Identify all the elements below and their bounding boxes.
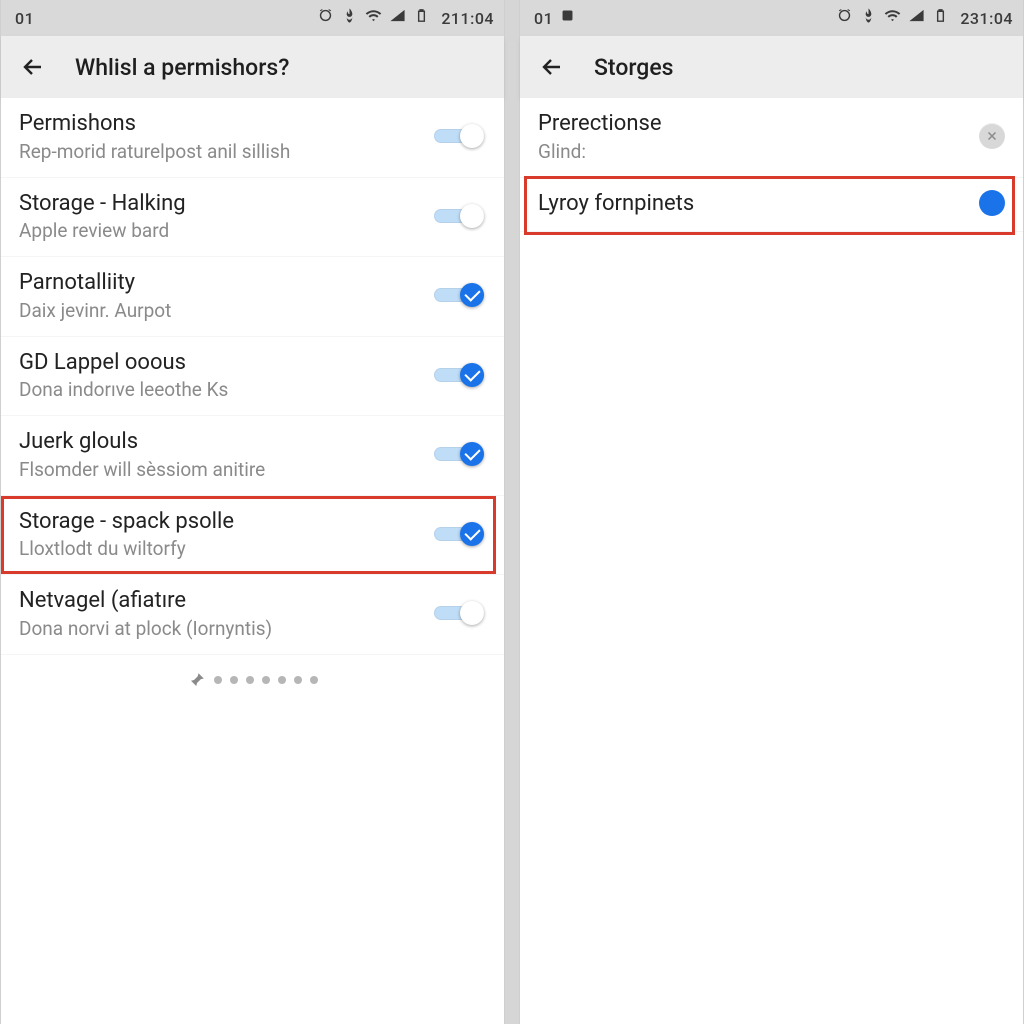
- status-clock-left: 01: [11, 9, 34, 28]
- row-subtitle: Dona indorıve leeothe Ks: [19, 378, 432, 401]
- wifi-icon: [884, 7, 901, 29]
- dot: [262, 676, 270, 684]
- arrow-left-icon: [540, 55, 564, 79]
- app-bar-right: Storges: [520, 36, 1023, 98]
- row-title: Storage - spack psolle: [19, 508, 432, 536]
- row-title: GD Lappel ooous: [19, 349, 432, 377]
- status-bar-left: 01 211:04: [1, 0, 504, 36]
- toggle-switch[interactable]: [432, 442, 486, 466]
- close-icon: [985, 129, 999, 143]
- settings-row[interactable]: ParnotalliityDaix jevinr. Aurpot: [1, 257, 504, 337]
- settings-row[interactable]: GD Lappel ooousDona indorıve leeothe Ks: [1, 337, 504, 417]
- dot: [246, 676, 254, 684]
- back-button[interactable]: [538, 53, 566, 81]
- app-bar-left: Whlisl a permishors?: [1, 36, 504, 98]
- battery-icon: [413, 7, 430, 29]
- row-subtitle: Rep-morid raturelpost anil sillish: [19, 140, 432, 163]
- radio-selected[interactable]: [979, 190, 1005, 216]
- back-button[interactable]: [19, 53, 47, 81]
- row-title: Netvagel (afiatıre: [19, 587, 432, 615]
- settings-row[interactable]: PermishonsRep-morid raturelpost anil sil…: [1, 98, 504, 178]
- alarm-icon: [317, 7, 334, 29]
- toggle-switch[interactable]: [432, 283, 486, 307]
- row-subtitle: Daix jevinr. Aurpot: [19, 299, 432, 322]
- row-title: Storage - Halking: [19, 190, 432, 218]
- status-time-left: 211:04: [437, 9, 494, 28]
- dot: [310, 676, 318, 684]
- app-icon: [559, 7, 576, 29]
- settings-list-left: PermishonsRep-morid raturelpost anil sil…: [1, 98, 504, 1024]
- row-subtitle: Glind:: [538, 140, 979, 163]
- dot: [294, 676, 302, 684]
- dot: [214, 676, 222, 684]
- settings-row[interactable]: Netvagel (afiatıreDona norvi at plock (I…: [1, 575, 504, 655]
- dot: [278, 676, 286, 684]
- page-title-left: Whlisl a permishors?: [75, 54, 289, 81]
- battery-icon: [932, 7, 949, 29]
- toggle-switch[interactable]: [432, 601, 486, 625]
- close-button[interactable]: [979, 123, 1005, 149]
- dot: [230, 676, 238, 684]
- row-subtitle: Lloxtlodt du wiltorfy: [19, 537, 432, 560]
- alarm-icon: [836, 7, 853, 29]
- flame-icon: [860, 7, 877, 29]
- settings-row[interactable]: Storage - HalkingApple review bard: [1, 178, 504, 258]
- row-title: Parnotalliity: [19, 269, 432, 297]
- wifi-icon: [365, 7, 382, 29]
- row-title: Prerectionse: [538, 110, 979, 138]
- toggle-switch[interactable]: [432, 363, 486, 387]
- status-time-right: 231:04: [956, 9, 1013, 28]
- toggle-switch[interactable]: [432, 204, 486, 228]
- cell-icon: [908, 7, 925, 29]
- toggle-switch[interactable]: [432, 124, 486, 148]
- settings-list-right: PrerectionseGlind: Lyroy fornpinets: [520, 98, 1023, 1024]
- row-subtitle: Apple review bard: [19, 219, 432, 242]
- settings-row[interactable]: PrerectionseGlind:: [520, 98, 1023, 178]
- row-subtitle: Dona norvi at plock (Iornyntis): [19, 617, 432, 640]
- row-title: Lyroy fornpinets: [538, 190, 979, 218]
- arrow-left-icon: [21, 55, 45, 79]
- cell-icon: [389, 7, 406, 29]
- settings-row[interactable]: Lyroy fornpinets: [520, 178, 1023, 233]
- page-title-right: Storges: [594, 54, 673, 81]
- row-subtitle: Flsomder will sèssiom anitire: [19, 458, 432, 481]
- toggle-switch[interactable]: [432, 522, 486, 546]
- pin-icon: [188, 671, 206, 689]
- status-clock-right: 01: [530, 9, 553, 28]
- row-title: Juerk glouls: [19, 428, 432, 456]
- settings-row[interactable]: Storage - spack psolleLloxtlodt du wilto…: [1, 496, 504, 576]
- row-title: Permishons: [19, 110, 432, 138]
- status-bar-right: 01 231:04: [520, 0, 1023, 36]
- settings-row[interactable]: Juerk gloulsFlsomder will sèssiom anitir…: [1, 416, 504, 496]
- flame-icon: [341, 7, 358, 29]
- page-indicator: [1, 655, 504, 689]
